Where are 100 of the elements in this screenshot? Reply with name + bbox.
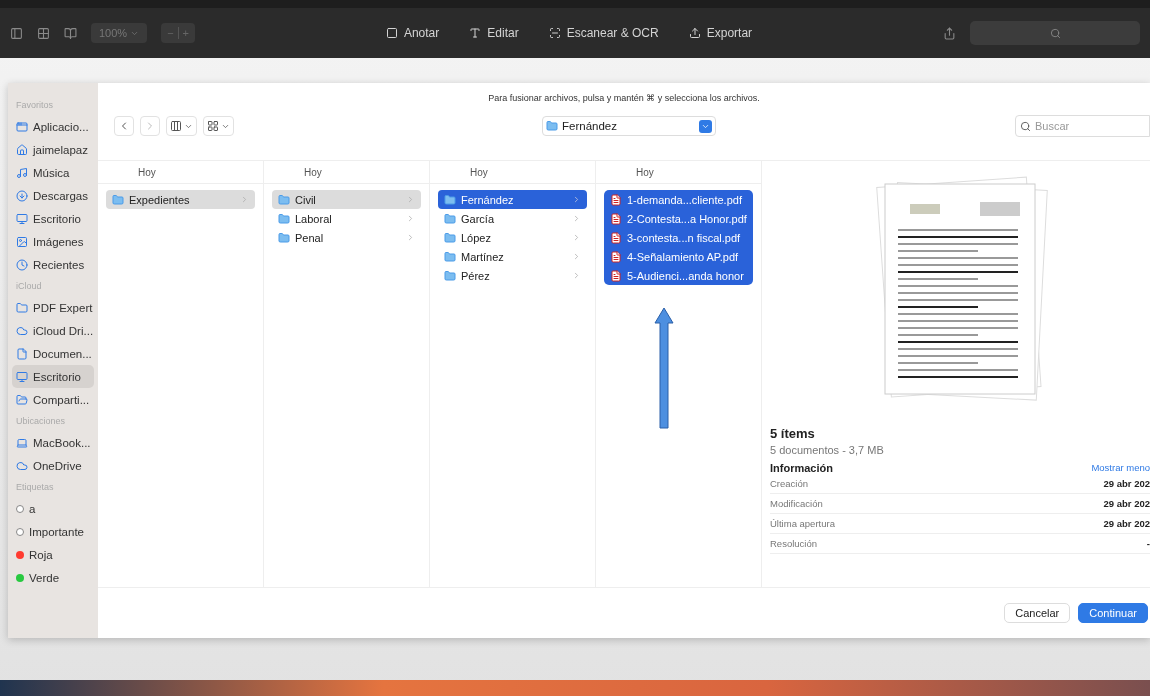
column-header: Hoy: [264, 161, 429, 184]
column-header: Hoy: [430, 161, 595, 184]
share-icon[interactable]: [943, 26, 956, 40]
chevron-right-icon: [572, 233, 581, 242]
cloud-icon: [16, 459, 28, 472]
folder-item[interactable]: García: [438, 209, 587, 228]
sidebar-item[interactable]: Escritorio: [12, 207, 94, 230]
chevron-right-icon: [572, 271, 581, 280]
info-label: Creación: [770, 478, 809, 489]
file-item[interactable]: 1-demanda...cliente.pdf: [604, 190, 753, 209]
sidebar-item[interactable]: Comparti...: [12, 388, 94, 411]
sidebar-item[interactable]: Música: [12, 161, 94, 184]
grid-icon: [207, 120, 219, 132]
chevron-down-icon: [699, 119, 712, 133]
sidebar-item[interactable]: Recientes: [12, 253, 94, 276]
info-value: 29 abr 202: [1103, 498, 1150, 509]
shared-folder-icon: [16, 393, 28, 406]
monitor-icon: [16, 370, 28, 383]
sidebar-item[interactable]: Escritorio: [12, 365, 94, 388]
folder-icon: [16, 301, 28, 314]
music-note-icon: [16, 166, 28, 179]
info-value: -: [1146, 538, 1150, 549]
info-label: Última apertura: [770, 518, 835, 529]
back-button[interactable]: [114, 116, 134, 136]
folder-icon: [444, 250, 456, 263]
folder-item[interactable]: Laboral: [272, 209, 421, 228]
info-value: 29 abr 202: [1103, 518, 1150, 529]
sidebar-item[interactable]: Aplicacio...: [12, 115, 94, 138]
folder-icon: [278, 231, 290, 244]
folder-icon: [444, 231, 456, 244]
preview-subtitle: 5 documentos - 3,7 MB: [770, 444, 885, 456]
folder-item[interactable]: Penal: [272, 228, 421, 247]
toolbar-button[interactable]: Anotar: [383, 24, 442, 42]
two-page-icon[interactable]: [64, 26, 77, 40]
chevron-right-icon: [572, 214, 581, 223]
column-view-button[interactable]: [166, 116, 197, 136]
folder-item[interactable]: Fernández: [438, 190, 587, 209]
image-icon: [16, 235, 28, 248]
sidebar-item[interactable]: Documen...: [12, 342, 94, 365]
pdf-file-icon: [610, 193, 622, 206]
search-icon: [1020, 120, 1031, 132]
file-item[interactable]: 5-Audienci...anda honor: [604, 266, 753, 285]
chevron-right-icon: [572, 195, 581, 204]
sidebar-item[interactable]: Descargas: [12, 184, 94, 207]
document-icon: [16, 347, 28, 360]
show-less-link[interactable]: Mostrar meno: [1091, 462, 1150, 474]
chevron-right-icon: [406, 214, 415, 223]
toolbar-button[interactable]: Exportar: [686, 24, 755, 42]
folder-item[interactable]: Expedientes: [106, 190, 255, 209]
sidebar-icon[interactable]: [10, 26, 23, 40]
pdf-file-icon: [610, 250, 622, 263]
sidebar-item[interactable]: Verde: [12, 566, 94, 589]
search-field[interactable]: [970, 21, 1140, 45]
location-dropdown[interactable]: Fernández: [542, 116, 716, 136]
sidebar-section-title: iCloud: [15, 280, 43, 293]
annotate-icon: [385, 27, 398, 39]
sidebar-item[interactable]: Roja: [12, 543, 94, 566]
search-icon: [1049, 27, 1061, 39]
column-header: Hoy: [596, 161, 761, 184]
file-item[interactable]: 3-contesta...n fiscal.pdf: [604, 228, 753, 247]
sidebar-item[interactable]: jaimelapaz: [12, 138, 94, 161]
laptop-icon: [16, 436, 28, 449]
cancel-button[interactable]: Cancelar: [1004, 603, 1071, 623]
info-title: Información: [770, 462, 833, 474]
folder-icon: [444, 212, 456, 225]
text-cursor-icon: [469, 27, 482, 39]
sidebar-item[interactable]: PDF Expert: [12, 296, 94, 319]
columns-icon: [170, 120, 182, 132]
pdf-file-icon: [610, 231, 622, 244]
toolbar-button[interactable]: Editar: [467, 24, 521, 42]
folder-icon: [444, 193, 456, 206]
sidebar-item[interactable]: Importante: [12, 520, 94, 543]
column-header: Hoy: [98, 161, 263, 184]
chevron-right-icon: [572, 252, 581, 261]
monitor-icon: [16, 212, 28, 225]
folder-item[interactable]: Civil: [272, 190, 421, 209]
file-item[interactable]: 4-Señalamiento AP.pdf: [604, 247, 753, 266]
sidebar-item[interactable]: a: [12, 497, 94, 520]
sidebar-section-title: Etiquetas: [15, 481, 55, 494]
group-button[interactable]: [203, 116, 234, 136]
download-icon: [16, 189, 28, 202]
folder-item[interactable]: Pérez: [438, 266, 587, 285]
file-item[interactable]: 2-Contesta...a Honor.pdf: [604, 209, 753, 228]
info-value: 29 abr 202: [1103, 478, 1150, 489]
folder-item[interactable]: López: [438, 228, 587, 247]
grid-icon[interactable]: [37, 26, 50, 40]
folder-icon: [278, 212, 290, 225]
sidebar-item[interactable]: MacBook...: [12, 431, 94, 454]
chevron-right-icon: [240, 195, 249, 204]
continue-button[interactable]: Continuar: [1078, 603, 1148, 623]
export-icon: [688, 27, 701, 39]
sidebar-item[interactable]: iCloud Dri...: [12, 319, 94, 342]
clock-icon: [16, 258, 28, 271]
scan-icon: [548, 27, 561, 39]
folder-item[interactable]: Martínez: [438, 247, 587, 266]
toolbar-button[interactable]: Escanear & OCR: [546, 24, 661, 42]
sidebar-item[interactable]: OneDrive: [12, 454, 94, 477]
chevron-right-icon: [406, 233, 415, 242]
sidebar-item[interactable]: Imágenes: [12, 230, 94, 253]
sidebar-section-title: Favoritos: [15, 99, 54, 112]
